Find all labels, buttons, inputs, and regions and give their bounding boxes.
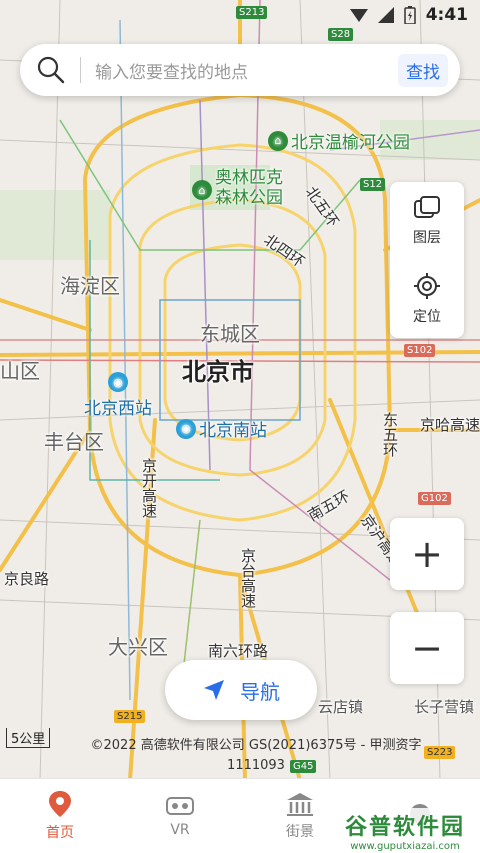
- park-icon: ⌂: [192, 180, 212, 200]
- watermark-url: www.guputxiazai.com: [350, 841, 460, 852]
- district-label: 海淀区: [60, 274, 120, 298]
- search-icon: [37, 56, 65, 84]
- layers-icon: [414, 196, 440, 218]
- layers-label: 图层: [413, 230, 441, 246]
- tab-home[interactable]: 首页: [0, 779, 120, 853]
- tab-label: VR: [170, 822, 190, 838]
- map-app: S213 S28 S12 S102 G102 S215 S223 G45 海淀区…: [0, 0, 480, 853]
- road-label: 南六环路: [208, 642, 269, 660]
- search-button[interactable]: 查找: [398, 53, 448, 87]
- poi-label: 北京温榆河公园: [291, 133, 410, 153]
- road-shield: G102: [418, 492, 451, 505]
- tab-label: 首页: [46, 825, 74, 841]
- navigation-arrow-icon: [204, 680, 224, 700]
- train-icon: ◉: [108, 372, 128, 392]
- status-bar: 4:41: [0, 0, 480, 30]
- tab-label: 街景: [286, 824, 314, 840]
- district-label: 山区: [0, 359, 40, 383]
- tab-vr[interactable]: VR: [120, 779, 240, 853]
- poi-rail-station[interactable]: ◉ 北京南站: [176, 416, 267, 441]
- road-label: 京台高速: [239, 548, 257, 608]
- location-pin-icon: [49, 791, 71, 817]
- zoom-in-button[interactable]: +: [390, 518, 464, 590]
- district-label: 丰台区: [44, 430, 104, 454]
- poi-park[interactable]: ⌂ 北京温榆河公园: [268, 128, 410, 153]
- poi-label: 北京西站: [84, 399, 152, 419]
- district-label: 大兴区: [108, 635, 168, 659]
- park-icon: ⌂: [268, 130, 288, 151]
- town-label: 云店镇: [318, 698, 364, 716]
- layers-button[interactable]: 图层: [390, 182, 464, 260]
- road-shield: S102: [404, 344, 436, 357]
- zoom-out-button[interactable]: −: [390, 612, 464, 684]
- plus-icon: +: [411, 532, 443, 576]
- watermark-logo: 谷普软件园 www.guputxiazai.com: [330, 808, 480, 853]
- search-divider: [80, 57, 81, 83]
- navigation-button[interactable]: 导航: [165, 660, 317, 720]
- poi-label: 北京南站: [199, 421, 267, 441]
- street-view-icon: [287, 793, 313, 816]
- locate-button[interactable]: 定位: [390, 260, 464, 338]
- watermark-title: 谷普软件园: [344, 815, 465, 840]
- poi-park[interactable]: ⌂ 奥林匹克 森林公园: [192, 168, 283, 208]
- minus-icon: −: [411, 626, 443, 670]
- battery-icon: [403, 6, 416, 24]
- map-tools-panel: 图层 定位: [390, 182, 464, 338]
- copyright-text: ©2022 高德软件有限公司 GS(2021)6375号 - 甲测资字11110…: [90, 738, 422, 773]
- search-bar[interactable]: 输入您要查找的地点 查找: [20, 44, 460, 96]
- road-label: 京开高速: [140, 458, 158, 518]
- road-shield: S215: [114, 710, 146, 723]
- signal-icon: [349, 9, 368, 22]
- locate-label: 定位: [413, 309, 441, 325]
- road-label: 京良路: [4, 570, 50, 588]
- clock: 4:41: [425, 5, 468, 25]
- road-shield: S12: [360, 178, 386, 191]
- train-icon: ◉: [176, 418, 196, 439]
- poi-label-line: 森林公园: [215, 188, 283, 208]
- crosshair-icon: [414, 273, 440, 299]
- poi-label: 奥林匹克 森林公园: [215, 168, 283, 208]
- district-label: 东城区: [200, 322, 260, 346]
- map-scale: 5公里: [6, 728, 51, 748]
- poi-label-line: 奥林匹克: [215, 168, 283, 188]
- search-input[interactable]: 输入您要查找的地点: [95, 58, 398, 83]
- road-label: 京哈高速: [420, 416, 480, 434]
- vr-headset-icon: [166, 797, 194, 815]
- cellular-icon: [377, 7, 394, 23]
- road-label: 东五环: [381, 412, 399, 457]
- poi-rail-station[interactable]: ◉ 北京西站: [84, 372, 152, 419]
- navigation-label: 导航: [240, 679, 280, 704]
- town-label: 长子营镇: [414, 698, 475, 716]
- city-label: 北京市: [182, 358, 254, 386]
